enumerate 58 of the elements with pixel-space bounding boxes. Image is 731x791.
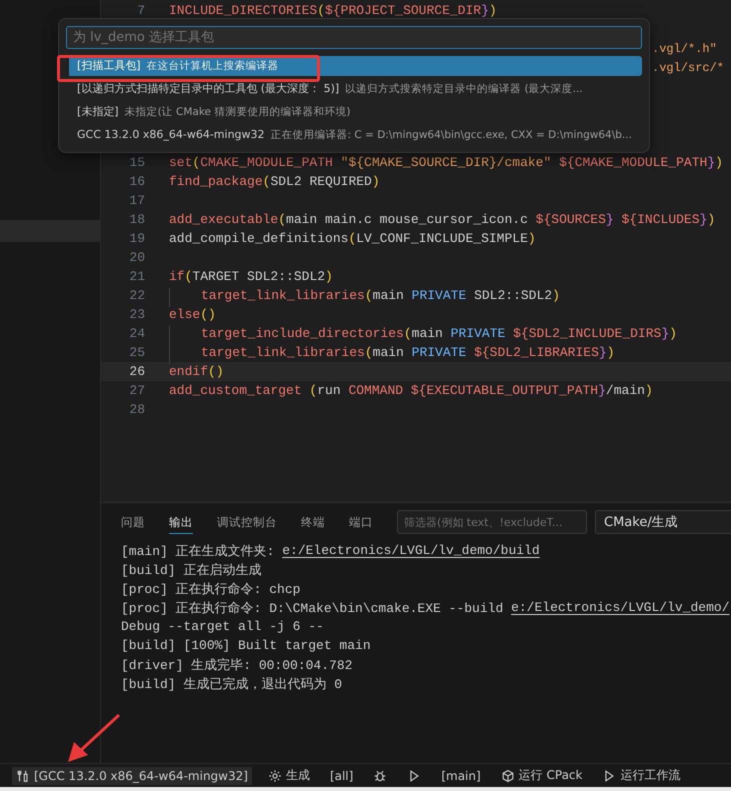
cube-icon [500,768,515,782]
status-item[interactable]: 生成 [264,765,314,786]
line-number: 24 [129,326,145,341]
output-line: [build] 正在启动生成 [121,562,262,579]
line-number: 18 [129,212,145,227]
code-line: add_executable(main main.c mouse_cursor_icon.c ${SOURCES} ${INCLUDES}) [169,212,716,227]
code-line: target_link_libraries(main PRIVATE SDL2::SDL2) [201,288,560,303]
line-number: 15 [129,155,145,170]
code-line: add_custom_target (run COMMAND ${EXECUTABLE_OUTPUT_PATH}/main) [169,383,653,398]
status-item[interactable]: [main] [437,766,485,784]
line-number: 22 [129,288,145,303]
output-line: [proc] 正在执行命令: D:\CMake\bin\cmake.EXE --build e:/Electronics/LVGL/lv_demo/ [121,599,730,617]
quick-pick-item[interactable]: [扫描工具包] 在这台计算机上搜索编译器 [66,56,642,76]
code-line: target_link_libraries(main PRIVATE ${SDL2_LIBRARIES}) [201,345,615,360]
quick-pick-item[interactable]: [未指定] 未指定(让 CMake 猜测要使用的编译器和环境) [66,102,642,122]
code-line: add_compile_definitions(LV_CONF_INCLUDE_SIMPLE) [169,231,536,246]
code-line: .vgl/src/* [652,60,724,74]
bug-icon [373,768,388,782]
line-number: 27 [129,383,145,398]
panel-tab[interactable]: 端口 [349,510,373,534]
line-number: 20 [129,250,145,265]
code-line: endif() [169,364,224,379]
panel-tab[interactable]: 输出 [169,510,193,534]
line-number: 7 [137,3,145,18]
line-number: 21 [129,269,145,284]
status-item[interactable]: [all] [326,766,358,784]
code-line: else() [169,307,216,322]
output-line: [driver] 生成完毕: 00:00:04.782 [121,656,354,674]
status-item[interactable]: 运行工作流 [598,765,684,786]
output-line: Debug --target all -j 6 -- [121,618,325,636]
quick-pick-item[interactable]: GCC 13.2.0 x86_64-w64-mingw32 正在使用编译器: C = D:\mingw64\bin\gcc.exe, CXX = D:\mingw64\b... [66,124,642,145]
output-line: [proc] 正在执行命令: chcp [121,580,302,598]
output-line: [main] 正在生成文件夹: e:/Electronics/LVGL/lv_demo/build [121,542,541,560]
line-number: 19 [129,231,145,246]
output-line: [build] [100%] Built target main [121,637,372,655]
code-line: if(TARGET SDL2::SDL2) [169,269,333,284]
code-line: .vgl/*.h" [652,42,717,56]
panel-tab[interactable]: 问题 [121,510,145,534]
status-item[interactable]: 运行 CPack [496,765,586,786]
status-item[interactable]: [GCC 13.2.0 x86_64-w64-mingw32] [12,766,252,784]
panel-tab[interactable]: 终端 [301,510,325,534]
panel-tab[interactable]: 调试控制台 [217,510,277,534]
line-number: 16 [129,174,145,189]
line-number: 25 [129,345,145,360]
filter-field[interactable]: 筛选器(例如 text、!excludeT... [397,510,587,534]
code-line: set(CMAKE_MODULE_PATH "${CMAKE_SOURCE_DIR}/cmake" ${CMAKE_MODULE_PATH}) [169,155,723,170]
code-line: target_include_directories(main PRIVATE ${SDL2_INCLUDE_DIRS}) [201,326,677,341]
arrow-drawing [68,714,120,762]
line-number: 17 [129,193,145,208]
code-line: find_package(SDL2 REQUIRED) [169,174,380,189]
code-line: INCLUDE_DIRECTORIES(${PROJECT_SOURCE_DIR}) [169,3,497,18]
line-number: 28 [129,402,145,417]
line-number: 23 [129,307,145,322]
output-line: [build] 生成已完成，退出代码为 0 [121,676,344,693]
channel-dropdown[interactable]: CMake/生成 [595,510,731,534]
quick-pick-item[interactable]: [以递归方式扫描特定目录中的工具包 (最大深度： 5)] 以递归方式搜索特定目录中的编译器 (最大深度... [66,78,642,99]
line-number: 26 [129,364,145,379]
search-field[interactable]: 为 lv_demo 选择工具包 [66,26,642,49]
